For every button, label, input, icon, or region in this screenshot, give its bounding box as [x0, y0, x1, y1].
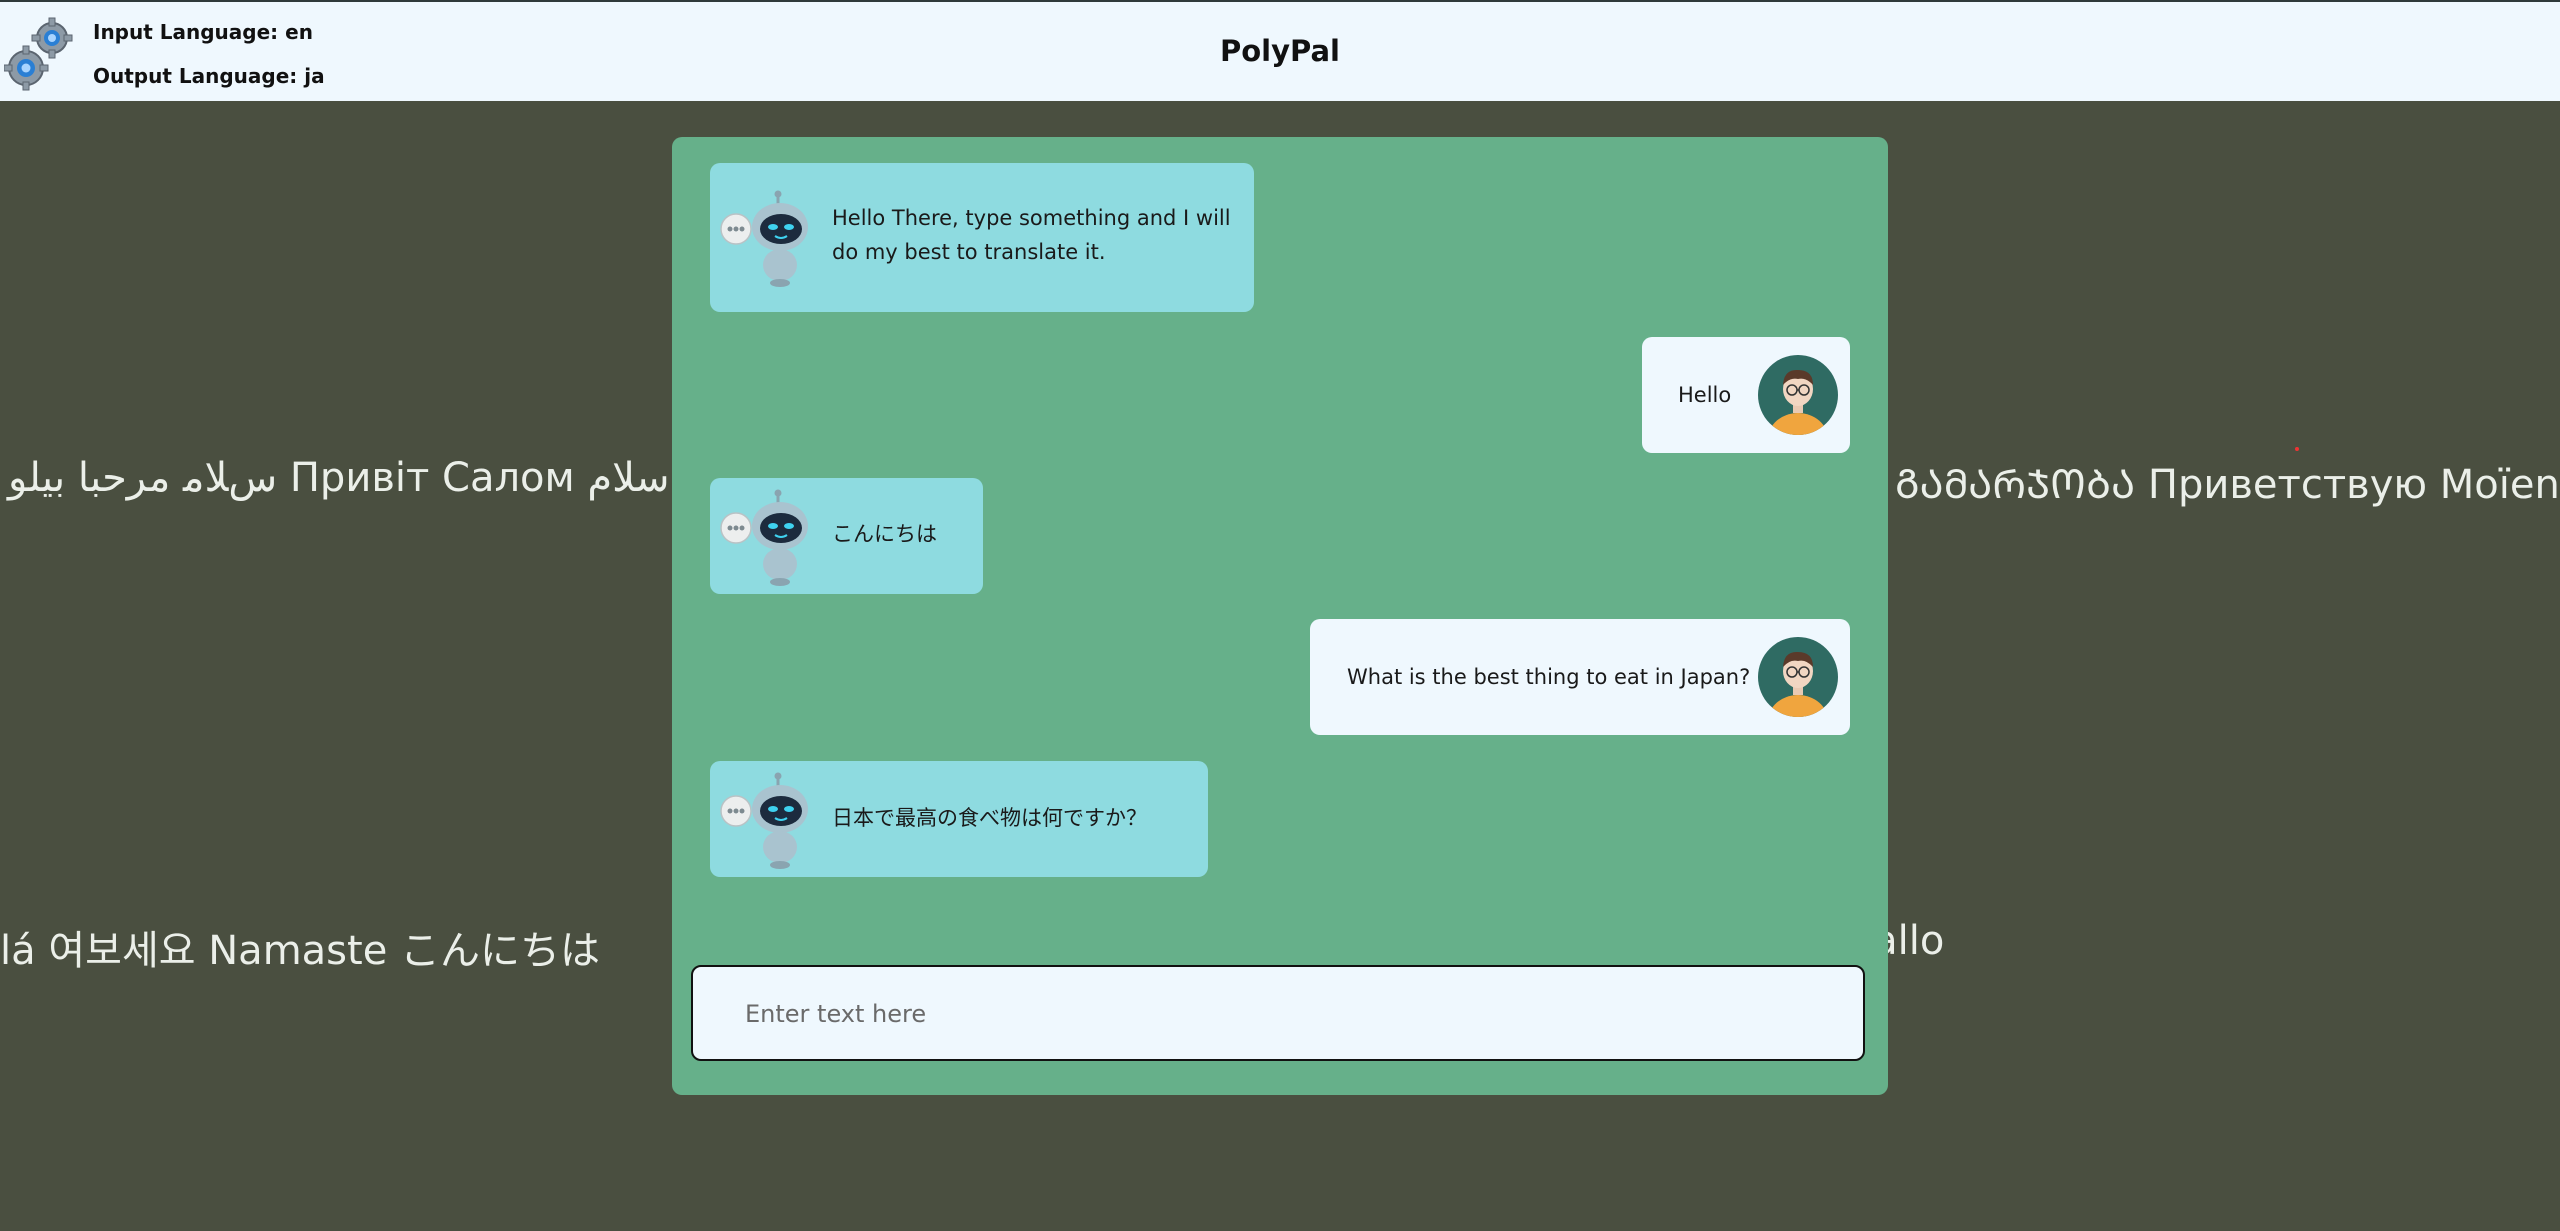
app-header: Input Language: en Output Language: ja P…	[0, 0, 2560, 101]
robot-icon	[720, 489, 808, 586]
message-input-container	[691, 965, 1865, 1061]
user-message-text: Hello	[1678, 383, 1732, 407]
background-greetings-top: ﺱﻼﻣ مرحبا بیلو Привіт Салом سلام	[8, 455, 670, 501]
background-greetings-top-right: ᲒᲐᲛᲐᲠᲯᲝᲑᲐ Приветствую Moïen Nǐn h	[1895, 462, 2560, 508]
bot-message: Hello There, type something and I will d…	[710, 163, 1254, 312]
user-message: Hello	[1642, 337, 1850, 453]
decorative-dot	[2295, 447, 2299, 451]
app-title: PolyPal	[1219, 34, 1340, 68]
user-avatar-icon	[1758, 637, 1838, 717]
bot-message: 日本で最高の食べ物は何ですか？	[710, 761, 1208, 877]
user-message: What is the best thing to eat in Japan?	[1310, 619, 1850, 735]
bot-message-text: こんにちは	[832, 522, 937, 546]
message-input[interactable]	[743, 991, 1797, 1037]
background-greetings-bottom: lá 여보세요 Namaste こんにちは	[0, 928, 601, 974]
chat-panel: Hello There, type something and I will d…	[672, 137, 1888, 1095]
robot-icon	[720, 772, 808, 869]
user-message-text: What is the best thing to eat in Japan?	[1347, 665, 1751, 689]
bot-message-text: 日本で最高の食べ物は何ですか？	[832, 806, 1147, 830]
robot-icon	[720, 190, 808, 287]
bot-message-text: Hello There, type something and I will d…	[832, 206, 1231, 264]
bot-message: こんにちは	[710, 478, 983, 594]
user-avatar-icon	[1758, 355, 1838, 435]
